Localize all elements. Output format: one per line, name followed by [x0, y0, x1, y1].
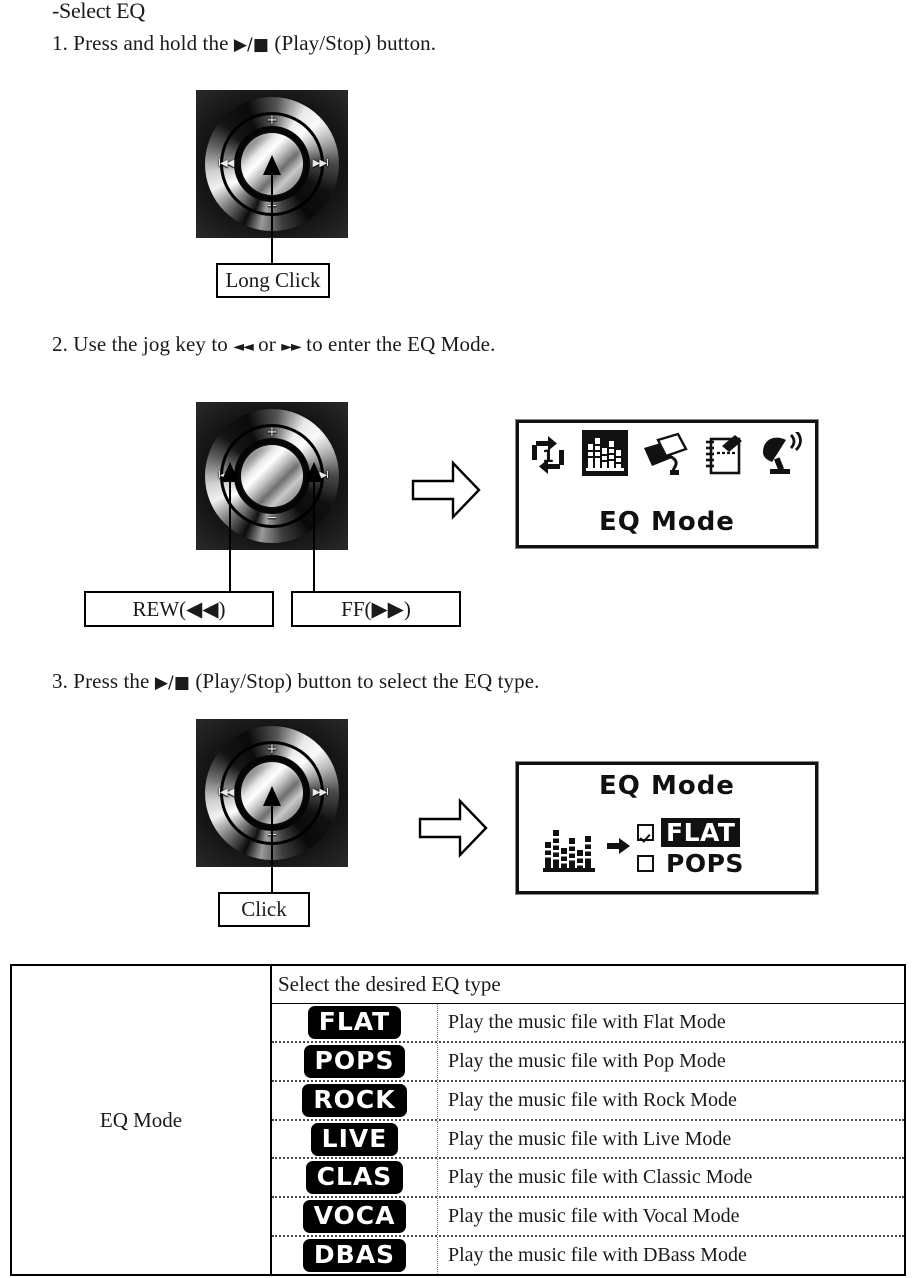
- step-1-prefix: 1. Press and hold the: [52, 31, 229, 55]
- eq-option-row[interactable]: FLAT: [637, 818, 749, 847]
- play-stop-glyph-icon: ▶/■: [154, 673, 190, 693]
- lcd-display-eq: EQ Mode FLAT POPS: [516, 762, 818, 894]
- eq-description: Play the music file with Live Mode: [448, 1127, 732, 1150]
- leader-line-long-click: [271, 172, 273, 264]
- table-row: CLAS Play the music file with Classic Mo…: [272, 1159, 904, 1199]
- eq-option-label[interactable]: FLAT: [661, 818, 741, 847]
- eq-description: Play the music file with Rock Mode: [448, 1088, 737, 1111]
- callout-rew: REW(◀◀): [84, 591, 274, 627]
- leader-line-click: [271, 803, 273, 892]
- eq-badge-cell: VOCA: [272, 1198, 438, 1236]
- eq-badge-cell: CLAS: [272, 1159, 438, 1197]
- eq-option-label[interactable]: POPS: [661, 849, 749, 878]
- eq-description: Play the music file with Classic Mode: [448, 1166, 753, 1189]
- callout-click-label: Click: [241, 897, 287, 921]
- rewind-icon: I◀◀: [218, 158, 234, 169]
- selection-arrow-icon: [607, 836, 631, 861]
- eq-option-list: FLAT POPS: [637, 818, 749, 878]
- eq-badge: FLAT: [307, 1005, 402, 1039]
- eq-description: Play the music file with Flat Mode: [448, 1010, 726, 1033]
- table-row: VOCA Play the music file with Vocal Mode: [272, 1198, 904, 1238]
- table-row: ROCK Play the music file with Rock Mode: [272, 1081, 904, 1121]
- table-content: Select the desired EQ type FLAT Play the…: [272, 966, 904, 1275]
- rewind-glyph-icon: ◄◄: [233, 339, 254, 355]
- step-2-middle: or: [258, 332, 276, 356]
- step-3-suffix: (Play/Stop) button to select the EQ type…: [195, 669, 540, 693]
- eq-option-row[interactable]: POPS: [637, 849, 749, 878]
- step-3-prefix: 3. Press the: [52, 669, 150, 693]
- notepad-icon[interactable]: [702, 432, 746, 481]
- callout-ff-label: FF(▶▶): [341, 596, 411, 621]
- volume-up-icon: +: [266, 425, 278, 440]
- rewind-icon: I◀◀: [218, 787, 234, 798]
- lcd-display-menu: 1 EQ Mode: [516, 420, 818, 548]
- fast-forward-icon: ▶▶I: [312, 787, 329, 798]
- file-browser-icon[interactable]: [642, 432, 688, 481]
- checkbox-unchecked-icon[interactable]: [637, 855, 654, 872]
- eq-mode-table: EQ Mode Select the desired EQ type FLAT …: [10, 964, 906, 1276]
- callout-click: Click: [218, 892, 310, 927]
- step-2-prefix: 2. Use the jog key to: [52, 332, 228, 356]
- table-rows: FLAT Play the music file with Flat Mode …: [272, 1004, 904, 1275]
- flow-arrow-step3-icon: [418, 797, 488, 864]
- repeat-one-icon[interactable]: 1: [528, 434, 568, 481]
- lcd-menu-title: EQ Mode: [599, 507, 735, 537]
- fast-forward-icon: ▶▶I: [312, 158, 329, 169]
- eq-badge-cell: LIVE: [272, 1120, 438, 1158]
- table-caption: Select the desired EQ type: [272, 966, 904, 1004]
- jog-dial-device-2[interactable]: + ─ I◀◀ ▶▶I: [196, 402, 348, 550]
- svg-text:1: 1: [542, 447, 554, 467]
- eq-description: Play the music file with Pop Mode: [448, 1049, 726, 1072]
- table-row: POPS Play the music file with Pop Mode: [272, 1042, 904, 1082]
- radio-icon[interactable]: [760, 430, 806, 481]
- volume-up-icon: +: [266, 742, 278, 757]
- step-2-suffix: to enter the EQ Mode.: [306, 332, 496, 356]
- lcd-eq-title: EQ Mode: [599, 771, 735, 801]
- callout-ff: FF(▶▶): [291, 591, 461, 627]
- leader-line-ff: [313, 479, 315, 592]
- eq-badge-cell: DBAS: [272, 1237, 438, 1275]
- eq-badge: LIVE: [310, 1122, 399, 1156]
- equalizer-icon[interactable]: [582, 430, 628, 481]
- callout-long-click-label: Long Click: [225, 268, 321, 292]
- eq-badge: DBAS: [302, 1239, 407, 1273]
- step-1-suffix: (Play/Stop) button.: [274, 31, 437, 55]
- fast-forward-glyph-icon: ►►: [281, 339, 302, 355]
- eq-badge-cell: POPS: [272, 1042, 438, 1080]
- eq-badge: POPS: [303, 1044, 406, 1078]
- eq-badge-cell: ROCK: [272, 1081, 438, 1119]
- callout-long-click: Long Click: [216, 263, 330, 298]
- eq-badge: VOCA: [302, 1200, 407, 1234]
- flow-arrow-step2-icon: [411, 459, 481, 526]
- lcd-menu-icon-row: 1: [519, 430, 815, 481]
- lcd-eq-body: FLAT POPS: [541, 811, 801, 885]
- eq-description: Play the music file with Vocal Mode: [448, 1205, 740, 1228]
- eq-badge: ROCK: [302, 1083, 407, 1117]
- table-row: LIVE Play the music file with Live Mode: [272, 1120, 904, 1160]
- volume-up-icon: +: [266, 113, 278, 128]
- eq-badge: CLAS: [305, 1161, 404, 1195]
- equalizer-bars-icon: [541, 818, 601, 879]
- eq-description: Play the music file with DBass Mode: [448, 1244, 747, 1267]
- dial-center-button[interactable]: [241, 445, 303, 507]
- table-row: DBAS Play the music file with DBass Mode: [272, 1237, 904, 1275]
- step-2-instruction: 2. Use the jog key to ◄◄ or ►► to enter …: [52, 332, 495, 357]
- eq-badge-cell: FLAT: [272, 1004, 438, 1041]
- callout-rew-label: REW(◀◀): [132, 596, 226, 621]
- table-row-label: EQ Mode: [12, 966, 272, 1274]
- step-1-instruction: 1. Press and hold the ▶/■ (Play/Stop) bu…: [52, 31, 436, 56]
- page-title: -Select EQ: [52, 0, 145, 23]
- leader-line-rew: [229, 479, 231, 592]
- step-3-instruction: 3. Press the ▶/■ (Play/Stop) button to s…: [52, 669, 539, 694]
- table-row: FLAT Play the music file with Flat Mode: [272, 1004, 904, 1043]
- checkbox-checked-icon[interactable]: [637, 824, 654, 841]
- volume-down-icon: ─: [268, 511, 276, 526]
- play-stop-glyph-icon: ▶/■: [233, 35, 270, 55]
